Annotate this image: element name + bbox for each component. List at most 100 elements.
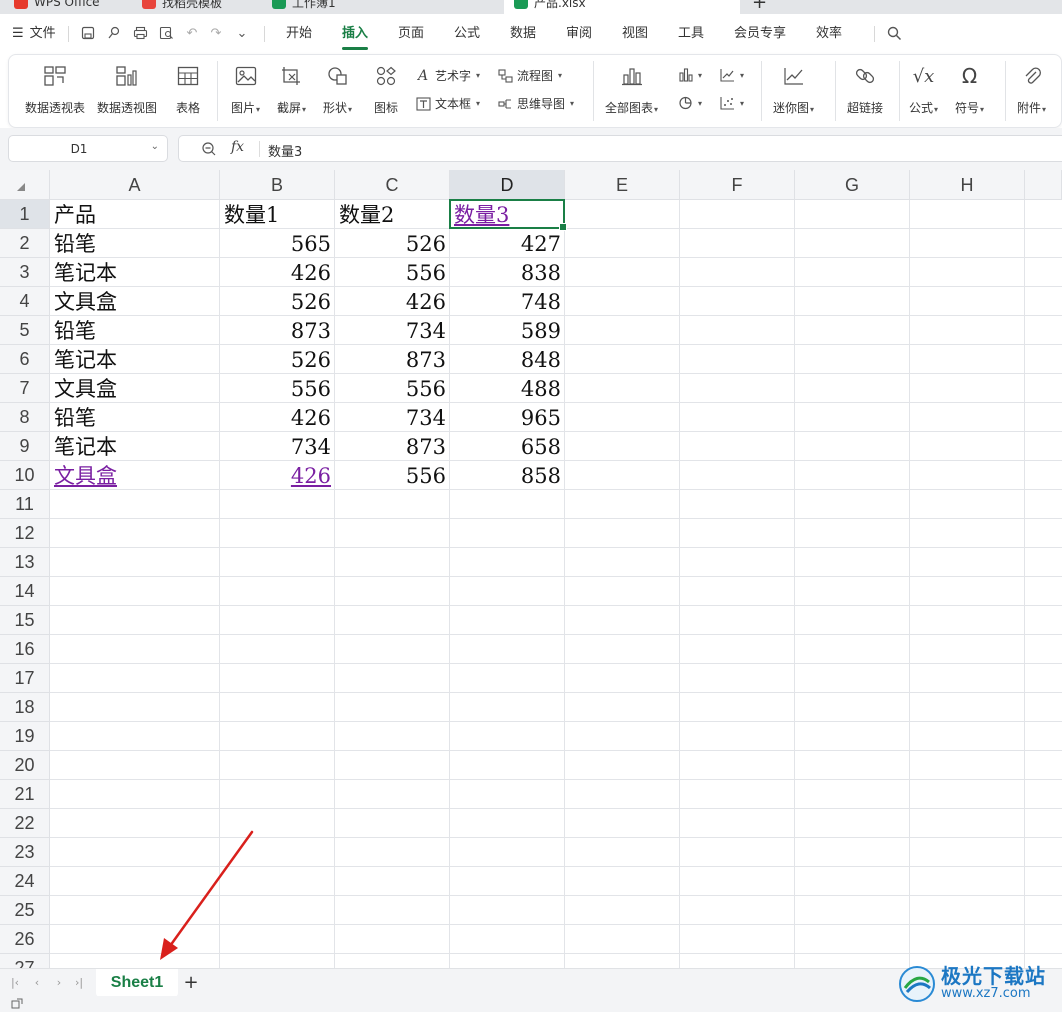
shapes-button[interactable]: 形状▾	[323, 63, 352, 116]
row-header-24[interactable]: 24	[0, 867, 50, 896]
row-header-9[interactable]: 9	[0, 432, 50, 461]
cell-c6[interactable]: 873	[335, 345, 450, 374]
pivot-chart-button[interactable]: 数据透视图	[97, 63, 157, 116]
zoom-out-icon[interactable]	[201, 141, 217, 157]
row-header-17[interactable]: 17	[0, 664, 50, 693]
mindmap-button[interactable]: 思维导图 ▾	[497, 95, 574, 112]
cell-a4[interactable]: 文具盒	[50, 287, 220, 316]
tab-formulas[interactable]: 公式	[454, 20, 480, 48]
cell-b3[interactable]: 426	[220, 258, 335, 287]
row-header-20[interactable]: 20	[0, 751, 50, 780]
hyperlink-button[interactable]: 超链接	[847, 63, 883, 116]
tab-workbook1[interactable]: 工作簿1	[262, 0, 500, 14]
row-header-7[interactable]: 7	[0, 374, 50, 403]
fx-icon[interactable]: fx	[231, 139, 244, 155]
row-header-22[interactable]: 22	[0, 809, 50, 838]
row-header-21[interactable]: 21	[0, 780, 50, 809]
picture-button[interactable]: 图片▾	[231, 63, 260, 116]
row-header-11[interactable]: 11	[0, 490, 50, 519]
tab-review[interactable]: 审阅	[566, 20, 592, 48]
row-header-14[interactable]: 14	[0, 577, 50, 606]
scatter-chart-button[interactable]: ▾	[719, 95, 744, 111]
row-header-1[interactable]: 1	[0, 200, 50, 229]
row-header-4[interactable]: 4	[0, 287, 50, 316]
column-header-h[interactable]: H	[910, 170, 1025, 200]
cell-a7[interactable]: 文具盒	[50, 374, 220, 403]
spreadsheet-grid[interactable]: ABCDEFGH 1 2 3 4 5 6 7 8 9 10 11 12 13 14 15 16 17 18 19 20…	[0, 170, 1062, 968]
tab-product-xlsx[interactable]: 产品.xlsx	[504, 0, 740, 14]
save-icon[interactable]	[80, 26, 96, 42]
screenshot-button[interactable]: 截屏▾	[277, 63, 306, 116]
cell-d6[interactable]: 848	[450, 345, 565, 374]
cell-a9[interactable]: 笔记本	[50, 432, 220, 461]
last-sheet-icon[interactable]: ›|	[72, 975, 86, 991]
new-tab-button[interactable]: +	[752, 0, 767, 13]
cell-a2[interactable]: 铅笔	[50, 229, 220, 258]
cell-c10[interactable]: 556	[335, 461, 450, 490]
tab-insert[interactable]: 插入	[342, 20, 369, 50]
row-header-3[interactable]: 3	[0, 258, 50, 287]
cell-b5[interactable]: 873	[220, 316, 335, 345]
tab-member[interactable]: 会员专享	[734, 20, 786, 48]
chevron-down-icon[interactable]: ⌄	[234, 26, 250, 42]
tab-wps-office[interactable]: WPS Office	[4, 0, 110, 14]
sparkline-button[interactable]: 迷你图▾	[773, 63, 814, 116]
cell-b10[interactable]: 426	[220, 461, 335, 490]
row-header-6[interactable]: 6	[0, 345, 50, 374]
sheet-tab-sheet1[interactable]: Sheet1	[96, 969, 178, 997]
tab-page[interactable]: 页面	[398, 20, 424, 48]
row-header-8[interactable]: 8	[0, 403, 50, 432]
search-icon[interactable]	[886, 26, 902, 42]
formula-value[interactable]: 数量3	[268, 141, 302, 160]
row-header-5[interactable]: 5	[0, 316, 50, 345]
table-button[interactable]: 表格	[175, 63, 201, 116]
cell-c8[interactable]: 734	[335, 403, 450, 432]
tab-home[interactable]: 开始	[286, 20, 312, 48]
row-header-25[interactable]: 25	[0, 896, 50, 925]
prev-sheet-icon[interactable]: ‹	[30, 975, 44, 991]
row-header-10[interactable]: 10	[0, 461, 50, 490]
cell-b4[interactable]: 526	[220, 287, 335, 316]
chevron-down-icon[interactable]: ⌄	[151, 141, 159, 152]
row-header-13[interactable]: 13	[0, 548, 50, 577]
cell-c5[interactable]: 734	[335, 316, 450, 345]
tab-efficiency[interactable]: 效率	[816, 20, 842, 48]
file-menu[interactable]: ☰ 文件	[12, 20, 56, 48]
cell-d8[interactable]: 965	[450, 403, 565, 432]
cell-d9[interactable]: 658	[450, 432, 565, 461]
attachment-button[interactable]: 附件▾	[1017, 63, 1046, 116]
macro-record-icon[interactable]	[11, 998, 25, 1010]
cell-d4[interactable]: 748	[450, 287, 565, 316]
cell-d3[interactable]: 838	[450, 258, 565, 287]
first-sheet-icon[interactable]: |‹	[8, 975, 22, 991]
column-header-g[interactable]: G	[795, 170, 910, 200]
cell-b9[interactable]: 734	[220, 432, 335, 461]
column-header-d[interactable]: D	[450, 170, 565, 200]
select-all-corner[interactable]	[0, 170, 50, 200]
pivot-table-button[interactable]: 数据透视表	[25, 63, 85, 116]
redo-icon[interactable]: ↷	[208, 26, 224, 42]
row-header-12[interactable]: 12	[0, 519, 50, 548]
cell-c7[interactable]: 556	[335, 374, 450, 403]
export-pdf-icon[interactable]	[106, 26, 122, 42]
cell-c1[interactable]: 数量2	[335, 200, 450, 229]
undo-icon[interactable]: ↶	[184, 26, 200, 42]
row-header-27[interactable]: 27	[0, 954, 50, 968]
cell-a6[interactable]: 笔记本	[50, 345, 220, 374]
name-box[interactable]: D1 ⌄	[8, 135, 168, 162]
pie-chart-button[interactable]: ▾	[677, 95, 702, 111]
cell-c3[interactable]: 556	[335, 258, 450, 287]
cell-a3[interactable]: 笔记本	[50, 258, 220, 287]
cell-d7[interactable]: 488	[450, 374, 565, 403]
cell-b6[interactable]: 526	[220, 345, 335, 374]
tab-docer-templates[interactable]: 找稻壳模板	[132, 0, 232, 14]
column-header-e[interactable]: E	[565, 170, 680, 200]
cell-d2[interactable]: 427	[450, 229, 565, 258]
column-header-c[interactable]: C	[335, 170, 450, 200]
row-header-19[interactable]: 19	[0, 722, 50, 751]
flowchart-button[interactable]: 流程图 ▾	[497, 67, 562, 84]
cell-a8[interactable]: 铅笔	[50, 403, 220, 432]
row-header-16[interactable]: 16	[0, 635, 50, 664]
wordart-button[interactable]: A 艺术字 ▾	[415, 67, 480, 84]
column-header-a[interactable]: A	[50, 170, 220, 200]
